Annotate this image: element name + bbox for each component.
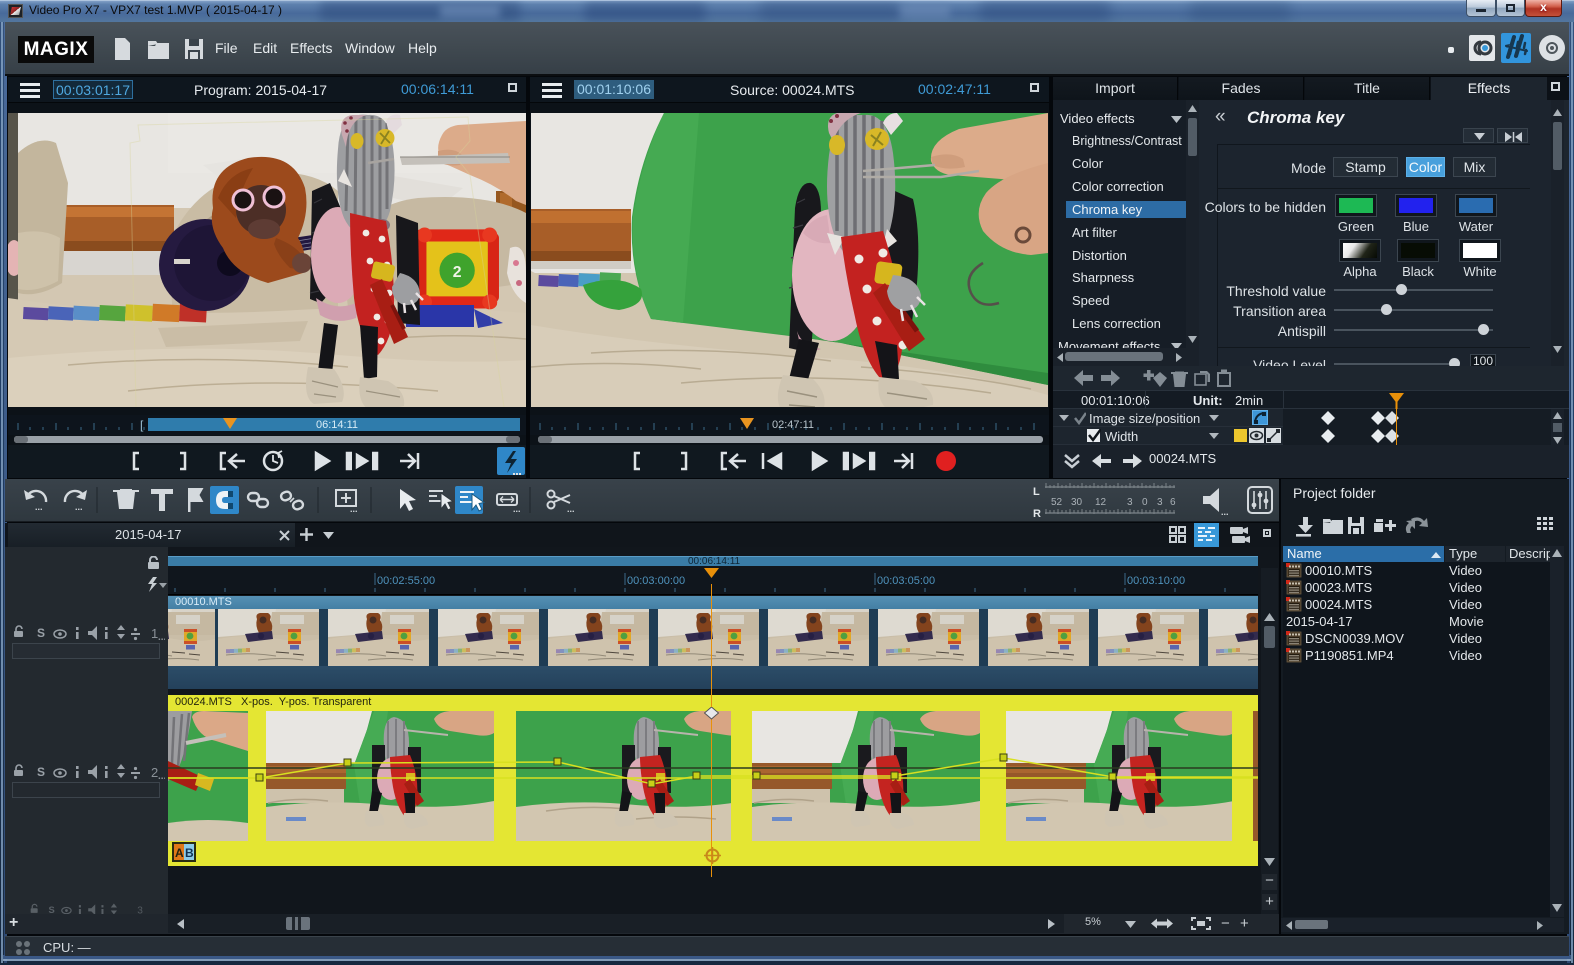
svg-text:00:03:10:00: 00:03:10:00 — [1127, 575, 1185, 587]
svg-text:3: 3 — [1127, 497, 1133, 508]
svg-text:00:03:00:00: 00:03:00:00 — [627, 575, 685, 587]
svg-text:...: ... — [513, 504, 521, 514]
svg-text:L: L — [1033, 486, 1040, 498]
svg-text:3: 3 — [1157, 497, 1163, 508]
svg-text:...: ... — [1221, 507, 1229, 517]
svg-text:0: 0 — [1142, 497, 1148, 508]
svg-text:...: ... — [158, 771, 165, 780]
svg-text:R: R — [1033, 508, 1041, 520]
svg-text:...: ... — [75, 502, 83, 512]
svg-text:...: ... — [35, 502, 43, 512]
svg-text:S: S — [37, 626, 45, 640]
svg-text:...: ... — [567, 504, 575, 514]
svg-text:00:03:05:00: 00:03:05:00 — [877, 575, 935, 587]
svg-text:...: ... — [350, 504, 358, 514]
svg-text:6: 6 — [1170, 497, 1176, 508]
svg-text:...: ... — [158, 632, 165, 641]
svg-text:00:02:55:00: 00:02:55:00 — [377, 575, 435, 587]
svg-text:S: S — [37, 765, 45, 779]
svg-text:30: 30 — [1071, 497, 1083, 508]
svg-text:52: 52 — [1051, 497, 1063, 508]
svg-text:2: 2 — [453, 264, 462, 281]
svg-text:12: 12 — [1095, 497, 1107, 508]
